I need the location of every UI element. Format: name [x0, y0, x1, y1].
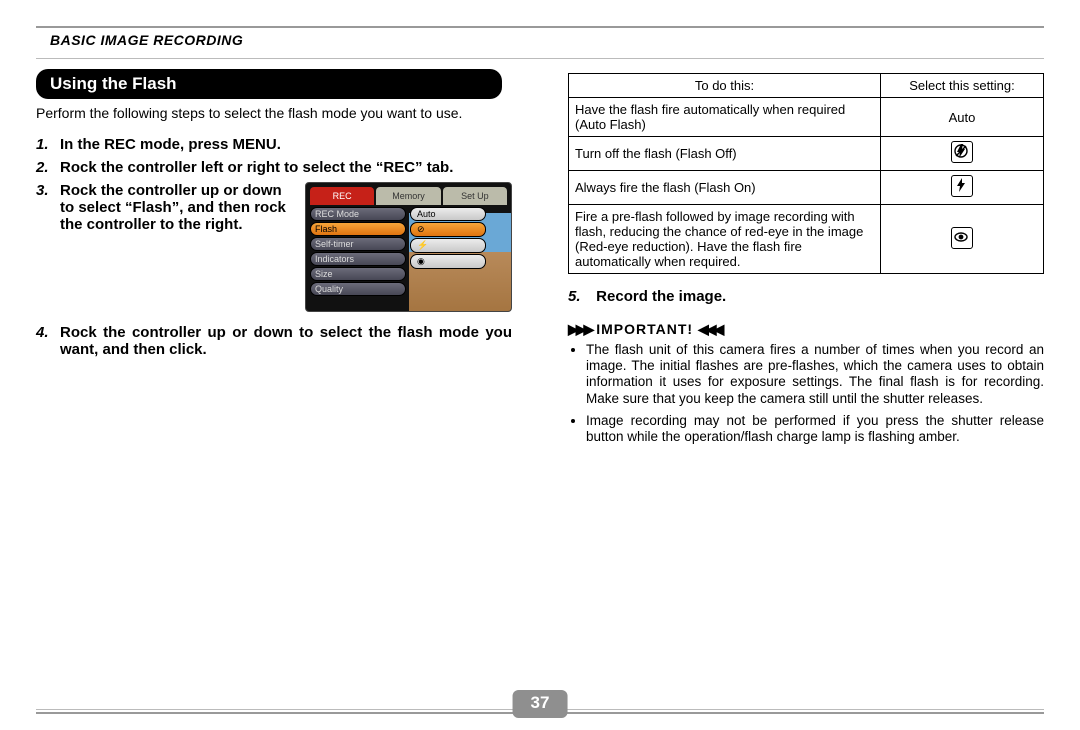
step-text: Rock the controller up or down to select… [60, 324, 512, 358]
triangle-right-icon: ▶▶▶ [568, 321, 591, 337]
step-number: 2. [36, 159, 60, 176]
red-eye-icon-cell [881, 205, 1044, 274]
section-header: BASIC IMAGE RECORDING [50, 32, 1044, 48]
table-cell: Turn off the flash (Flash Off) [569, 137, 881, 171]
intro-text: Perform the following steps to select th… [36, 105, 512, 122]
camera-menu-screenshot: REC Memory Set Up REC Mode Flash Self-ti… [305, 182, 512, 312]
important-label: IMPORTANT! [596, 321, 693, 337]
important-notes: The flash unit of this camera fires a nu… [568, 342, 1044, 445]
step-4: 4. Rock the controller up or down to sel… [36, 324, 512, 358]
triangle-left-icon: ◀◀◀ [698, 321, 721, 337]
flash-mode-table: To do this: Select this setting: Have th… [568, 73, 1044, 274]
table-row: Turn off the flash (Flash Off) [569, 137, 1044, 171]
two-column-layout: Using the Flash Perform the following st… [36, 69, 1044, 451]
table-row: Fire a pre-flash followed by image recor… [569, 205, 1044, 274]
rule-top [36, 26, 1044, 28]
manual-page: BASIC IMAGE RECORDING Using the Flash Pe… [0, 0, 1080, 730]
step-number: 4. [36, 324, 60, 358]
table-cell: Fire a pre-flash followed by image recor… [569, 205, 881, 274]
table-header-row: To do this: Select this setting: [569, 74, 1044, 98]
table-cell: Auto [881, 98, 1044, 137]
table-header: Select this setting: [881, 74, 1044, 98]
list-item: The flash unit of this camera fires a nu… [586, 342, 1044, 407]
step-text: Record the image. [596, 288, 726, 305]
step-number: 1. [36, 136, 60, 153]
lcd-option: ◉ [410, 254, 486, 269]
step-5: 5. Record the image. [568, 288, 1044, 305]
flash-on-icon-cell [881, 171, 1044, 205]
step-number: 5. [568, 288, 592, 305]
lcd-tab-setup: Set Up [443, 187, 507, 205]
list-item: Image recording may not be performed if … [586, 413, 1044, 445]
table-cell: Have the flash fire automatically when r… [569, 98, 881, 137]
step-3: 3. Rock the controller up or down to sel… [36, 182, 512, 312]
table-row: Always fire the flash (Flash On) [569, 171, 1044, 205]
page-number: 37 [513, 690, 568, 718]
step-text: Rock the controller up or down to select… [60, 182, 295, 233]
lcd-item: Self-timer [310, 237, 406, 251]
lcd-option-selected: ⊘ [410, 222, 486, 237]
flash-off-icon-cell [881, 137, 1044, 171]
step-text: Rock the controller left or right to sel… [60, 159, 453, 176]
lcd-tab-memory: Memory [376, 187, 440, 205]
important-heading: ▶▶▶ IMPORTANT! ◀◀◀ [568, 321, 1044, 338]
lcd-item: Indicators [310, 252, 406, 266]
rule-under-header [36, 58, 1044, 59]
left-column: Using the Flash Perform the following st… [36, 69, 540, 451]
step-number: 3. [36, 182, 60, 199]
step-1: 1. In the REC mode, press MENU. [36, 136, 512, 153]
red-eye-icon [951, 227, 973, 249]
flash-on-icon [951, 175, 973, 197]
table-header: To do this: [569, 74, 881, 98]
step-2: 2. Rock the controller left or right to … [36, 159, 512, 176]
table-row: Have the flash fire automatically when r… [569, 98, 1044, 137]
table-cell: Always fire the flash (Flash On) [569, 171, 881, 205]
right-column: To do this: Select this setting: Have th… [540, 69, 1044, 451]
lcd-item-selected: Flash [310, 222, 406, 236]
lcd-option: ⚡ [410, 238, 486, 253]
lcd-item: REC Mode [310, 207, 406, 221]
lcd-tab-rec: REC [310, 187, 374, 205]
lcd-item: Size [310, 267, 406, 281]
topic-title: Using the Flash [36, 69, 502, 99]
step-text: In the REC mode, press MENU. [60, 136, 281, 153]
lcd-item: Quality [310, 282, 406, 296]
lcd-option: Auto [410, 207, 486, 221]
flash-off-icon [951, 141, 973, 163]
